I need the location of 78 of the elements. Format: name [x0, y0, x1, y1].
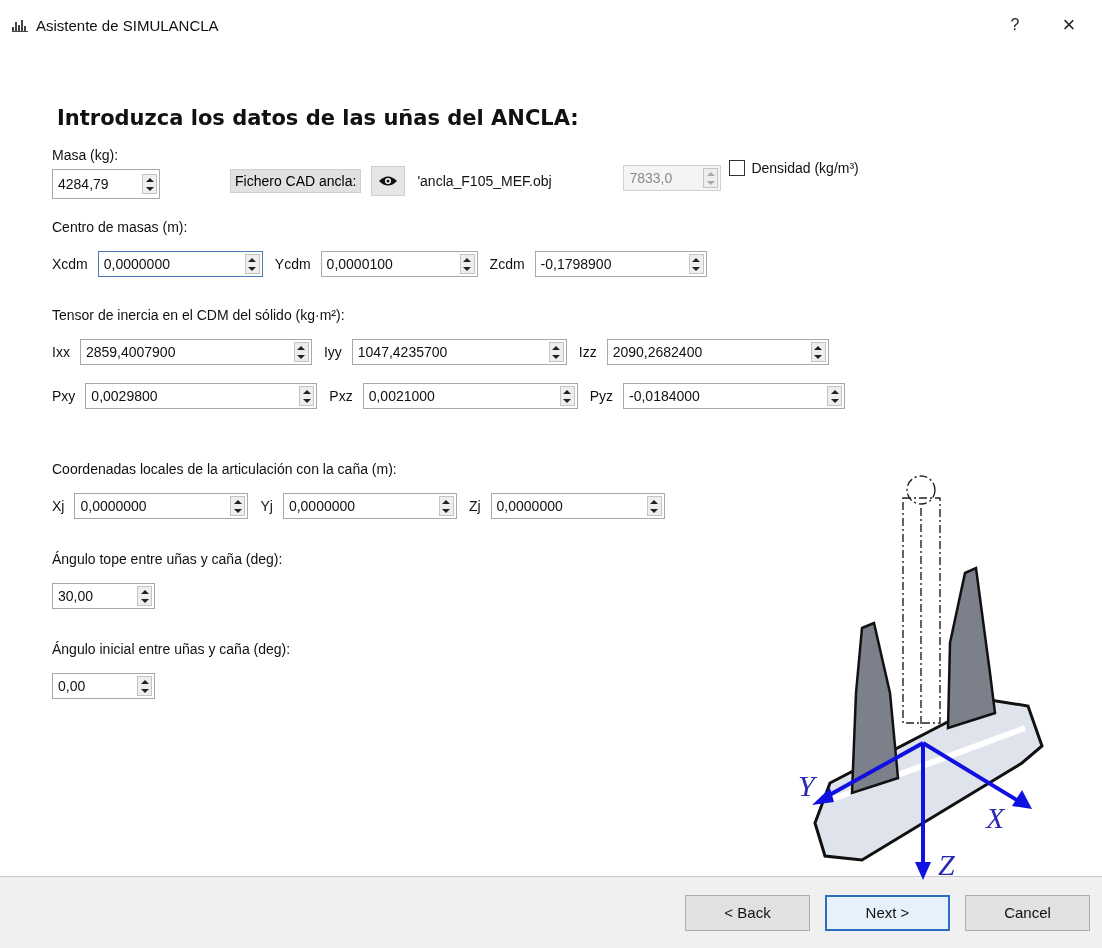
field-label: Xj — [52, 498, 65, 514]
number-input[interactable]: 0,0000000 — [98, 252, 245, 276]
window-title: Asistente de SIMULANCLA — [36, 16, 219, 34]
wizard-button[interactable]: Cancel — [965, 894, 1090, 931]
number-input[interactable]: 0,0000100 — [321, 252, 460, 276]
number-field[interactable]: 0,0000100 — [320, 251, 478, 277]
number-input[interactable]: 30,00 — [53, 584, 137, 608]
field-label: Pxy — [52, 388, 76, 404]
field-label: Zj — [468, 498, 481, 514]
number-field[interactable]: 0,0000000 — [97, 251, 263, 277]
file-name: 'ancla_F105_MEF.obj — [417, 173, 553, 189]
field-label: Pxz — [329, 388, 353, 404]
field-label: Zcdm — [489, 256, 525, 272]
view-button[interactable] — [371, 166, 406, 196]
field-label: Yj — [260, 498, 273, 514]
spin-button[interactable] — [459, 254, 475, 274]
spin-button[interactable] — [548, 342, 564, 362]
number-input[interactable]: 0,0000000 — [491, 494, 647, 518]
number-field[interactable]: 0,0000000 — [282, 493, 457, 519]
number-field[interactable]: 0,0029800 — [85, 383, 318, 409]
spin-button[interactable] — [293, 342, 309, 362]
section-label: Tensor de inercia en el CDM del sólido (kg·m²): — [52, 307, 345, 323]
help-button[interactable]: ? — [992, 5, 1038, 45]
spin-button[interactable] — [559, 386, 575, 406]
number-field[interactable]: 2090,2682400 — [606, 339, 829, 365]
field-label: Masa (kg): — [52, 147, 119, 163]
field-label: Pyz — [589, 388, 614, 404]
number-input[interactable]: 0,0021000 — [363, 384, 560, 408]
bar-chart-icon — [12, 18, 28, 32]
number-input[interactable]: 2859,4007900 — [80, 340, 294, 364]
spin-button[interactable] — [137, 586, 152, 606]
number-field[interactable]: 0,0000000 — [490, 493, 665, 519]
spin-button[interactable] — [827, 386, 843, 406]
field-label: Ixx — [52, 344, 70, 360]
number-input[interactable]: 1047,4235700 — [352, 340, 549, 364]
spin-button[interactable] — [230, 496, 246, 516]
number-input[interactable]: 0,00 — [53, 674, 137, 698]
spin-button[interactable] — [299, 386, 315, 406]
field-label: Izz — [578, 344, 597, 360]
field-label: Ángulo inicial entre uñas y caña (deg): — [52, 641, 291, 657]
number-input[interactable]: 0,0029800 — [86, 384, 300, 408]
spin-button[interactable] — [438, 496, 454, 516]
number-input[interactable]: -0,1798900 — [535, 252, 689, 276]
number-field[interactable]: -0,0184000 — [623, 383, 846, 409]
spin-button[interactable] — [137, 676, 152, 696]
field-label: Ángulo tope entre uñas y caña (deg): — [52, 551, 283, 567]
eye-icon — [378, 175, 399, 187]
number-input[interactable]: 0,0000000 — [283, 494, 439, 518]
wizard-button[interactable]: < Back — [685, 894, 810, 931]
section-label: Centro de masas (m): — [52, 219, 188, 235]
number-field[interactable]: 4284,79 — [52, 169, 160, 199]
page-heading: Introduzca los datos de las uñas del ANCLA: — [57, 106, 580, 130]
spin-button[interactable] — [810, 342, 826, 362]
axis-label: Z — [938, 848, 955, 881]
number-field[interactable]: 1047,4235700 — [351, 339, 567, 365]
spin-button[interactable] — [688, 254, 704, 274]
field-label: Xcdm — [52, 256, 88, 272]
spin-button[interactable] — [142, 174, 157, 194]
wizard-button[interactable]: Next > — [825, 894, 950, 931]
close-button[interactable]: × — [1046, 5, 1092, 45]
number-input[interactable]: 4284,79 — [53, 170, 142, 198]
field-label: Iyy — [323, 344, 342, 360]
cad-file-button[interactable]: Fichero CAD ancla: — [230, 169, 362, 193]
number-input[interactable]: 0,0000000 — [75, 494, 231, 518]
spin-button[interactable] — [646, 496, 662, 516]
axis-label: X — [986, 801, 1005, 834]
number-field[interactable]: 30,00 — [52, 583, 155, 609]
number-input[interactable]: 2090,2682400 — [607, 340, 811, 364]
number-input[interactable]: -0,0184000 — [624, 384, 828, 408]
number-field[interactable]: 0,0021000 — [362, 383, 578, 409]
spin-button[interactable] — [244, 254, 260, 274]
field-label: Ycdm — [274, 256, 311, 272]
number-field[interactable]: 0,0000000 — [74, 493, 249, 519]
checkbox-label: Densidad (kg/m³) — [751, 160, 859, 176]
number-field[interactable]: 0,00 — [52, 673, 155, 699]
number-field[interactable]: -0,1798900 — [534, 251, 707, 277]
section-label: Coordenadas locales de la articulación con la caña (m): — [52, 461, 397, 477]
number-field[interactable]: 2859,4007900 — [79, 339, 312, 365]
